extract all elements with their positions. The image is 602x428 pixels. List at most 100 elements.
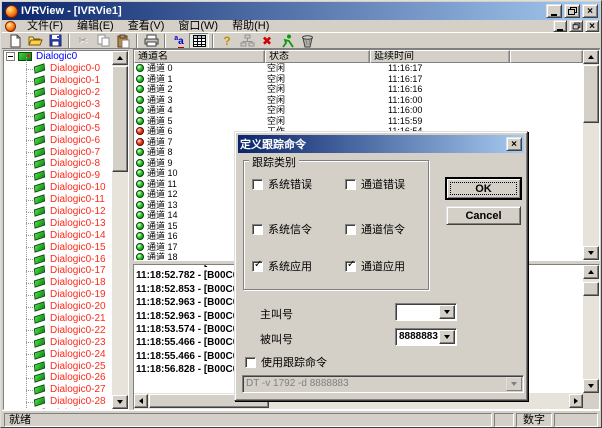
tree-item-dialogic0-26[interactable]: Dialogic0-26 xyxy=(4,372,112,384)
checkbox-6[interactable]: 通道应用 xyxy=(345,258,405,274)
font-size-button[interactable]: aa xyxy=(169,33,189,49)
tree-item-dialogic0-16[interactable]: Dialogic0-16 xyxy=(4,253,112,265)
stop-button[interactable]: ✖ xyxy=(257,33,277,49)
tree-item-dialogic0-9[interactable]: Dialogic0-9 xyxy=(4,170,112,182)
log-vscrollbar[interactable] xyxy=(583,265,599,393)
tree-item-dialogic0-19[interactable]: Dialogic0-19 xyxy=(4,289,112,301)
channel-row[interactable]: 通道 5空闲11:15:59 xyxy=(134,116,583,127)
checkbox-unchecked-icon[interactable] xyxy=(345,224,356,235)
menu-help[interactable]: 帮助(H) xyxy=(225,20,276,32)
copy-button[interactable] xyxy=(93,33,113,49)
tree-item-dialogic0-25[interactable]: Dialogic0-25 xyxy=(4,360,112,372)
menu-file[interactable]: 文件(F) xyxy=(20,20,70,32)
dialog-title-bar[interactable]: 定义跟踪命令 × xyxy=(238,135,524,153)
tree-item-dialogic0-17[interactable]: Dialogic0-17 xyxy=(4,265,112,277)
list-vscrollbar[interactable] xyxy=(583,50,599,260)
tree-item-dialogic0-12[interactable]: Dialogic0-12 xyxy=(4,206,112,218)
callee-number-value[interactable]: 8888883 xyxy=(396,329,438,345)
channel-row[interactable]: 通道 0空闲11:16:17 xyxy=(134,63,583,74)
caller-number-value[interactable] xyxy=(396,304,438,320)
callee-number-combo[interactable]: 8888883 xyxy=(395,328,457,346)
tree-item-dialogic0-21[interactable]: Dialogic0-21 xyxy=(4,313,112,325)
tree-item-dialogic0-0[interactable]: Dialogic0-0 xyxy=(4,63,112,75)
open-button[interactable] xyxy=(25,33,45,49)
tree-item-dialogic0-29[interactable]: Dialogic0-29 xyxy=(4,408,112,409)
tree-item-dialogic0-7[interactable]: Dialogic0-7 xyxy=(4,146,112,158)
save-button[interactable] xyxy=(45,33,65,49)
tree-item-dialogic0-24[interactable]: Dialogic0-24 xyxy=(4,348,112,360)
scroll-thumb[interactable] xyxy=(583,65,599,123)
tree-item-dialogic0-27[interactable]: Dialogic0-27 xyxy=(4,384,112,396)
column-header-name[interactable]: 通道名 xyxy=(134,50,265,63)
dropdown-button[interactable] xyxy=(439,330,455,344)
tree-item-dialogic0-10[interactable]: Dialogic0-10 xyxy=(4,182,112,194)
help-button[interactable]: ? xyxy=(217,33,237,49)
checkbox-unchecked-icon[interactable] xyxy=(345,179,356,190)
scroll-down-button[interactable] xyxy=(583,246,599,260)
channel-row[interactable]: 通道 2空闲11:16:16 xyxy=(134,84,583,95)
restore-button[interactable] xyxy=(564,4,580,18)
menu-edit[interactable]: 编辑(E) xyxy=(70,20,121,32)
collapse-icon[interactable] xyxy=(6,52,15,61)
menu-window[interactable]: 窗口(W) xyxy=(171,20,225,32)
tree-item-dialogic0-8[interactable]: Dialogic0-8 xyxy=(4,158,112,170)
checkbox-3[interactable]: 系统信令 xyxy=(252,221,312,237)
scroll-down-button[interactable] xyxy=(112,395,128,409)
clear-button[interactable] xyxy=(297,33,317,49)
tree-item-dialogic0-14[interactable]: Dialogic0-14 xyxy=(4,229,112,241)
checkbox-checked-icon[interactable] xyxy=(345,261,356,272)
ok-button[interactable]: OK xyxy=(446,178,521,199)
checkbox-4[interactable]: 通道信令 xyxy=(345,221,405,237)
tree-item-dialogic0-4[interactable]: Dialogic0-4 xyxy=(4,110,112,122)
scroll-thumb[interactable] xyxy=(112,66,128,172)
checkbox-box[interactable] xyxy=(245,357,256,368)
tree-item-dialogic0-11[interactable]: Dialogic0-11 xyxy=(4,194,112,206)
scroll-left-button[interactable] xyxy=(134,394,148,408)
scroll-thumb[interactable] xyxy=(583,282,599,296)
checkbox-checked-icon[interactable] xyxy=(252,261,263,272)
mdi-close-button[interactable]: × xyxy=(585,20,599,32)
caller-number-combo[interactable] xyxy=(395,303,457,321)
scroll-right-button[interactable] xyxy=(569,394,583,408)
channel-row[interactable]: 通道 1空闲11:16:17 xyxy=(134,74,583,85)
menu-view[interactable]: 查看(V) xyxy=(121,20,172,32)
mdi-restore-button[interactable] xyxy=(569,20,583,32)
mdi-minimize-button[interactable] xyxy=(553,20,567,32)
checkbox-1[interactable]: 系统错误 xyxy=(252,176,312,192)
scroll-up-button[interactable] xyxy=(583,265,599,279)
channel-grid-button[interactable] xyxy=(189,33,209,49)
tree-item-dialogic0-3[interactable]: Dialogic0-3 xyxy=(4,99,112,111)
tree-item-dialogic0-20[interactable]: Dialogic0-20 xyxy=(4,301,112,313)
tree-item-dialogic0-15[interactable]: Dialogic0-15 xyxy=(4,241,112,253)
scroll-down-button[interactable] xyxy=(583,379,599,393)
tree-item-dialogic0-18[interactable]: Dialogic0-18 xyxy=(4,277,112,289)
dialog-close-button[interactable]: × xyxy=(506,137,522,151)
tree-vscrollbar[interactable] xyxy=(112,51,128,409)
mdi-child-icon[interactable] xyxy=(5,21,16,32)
cut-button[interactable]: ✂ xyxy=(73,33,93,49)
scroll-up-button[interactable] xyxy=(112,51,128,65)
tree-item-dialogic0-2[interactable]: Dialogic0-2 xyxy=(4,87,112,99)
checkbox-2[interactable]: 通道错误 xyxy=(345,176,405,192)
tree-item-dialogic0-1[interactable]: Dialogic0-1 xyxy=(4,75,112,87)
column-header-time[interactable]: 延续时间 xyxy=(370,50,510,63)
channel-row[interactable]: 通道 4空闲11:16:00 xyxy=(134,105,583,116)
new-button[interactable] xyxy=(5,33,25,49)
tree-item-dialogic0-22[interactable]: Dialogic0-22 xyxy=(4,324,112,336)
tree-item-dialogic0-5[interactable]: Dialogic0-5 xyxy=(4,122,112,134)
scroll-up-button[interactable] xyxy=(583,50,599,64)
cancel-button[interactable]: Cancel xyxy=(446,206,521,225)
network-button[interactable] xyxy=(237,33,257,49)
run-button[interactable] xyxy=(277,33,297,49)
tree-item-dialogic0-6[interactable]: Dialogic0-6 xyxy=(4,134,112,146)
print-button[interactable] xyxy=(141,33,161,49)
checkbox-5[interactable]: 系统应用 xyxy=(252,258,312,274)
use-trace-command-checkbox[interactable]: 使用跟踪命令 xyxy=(245,354,327,370)
tree-item-dialogic0-13[interactable]: Dialogic0-13 xyxy=(4,217,112,229)
tree-item-dialogic0-28[interactable]: Dialogic0-28 xyxy=(4,396,112,408)
minimize-button[interactable] xyxy=(546,4,562,18)
checkbox-unchecked-icon[interactable] xyxy=(252,224,263,235)
checkbox-unchecked-icon[interactable] xyxy=(252,179,263,190)
tree-root-dialogic0[interactable]: Dialogic0 xyxy=(4,51,112,63)
tree-item-dialogic0-23[interactable]: Dialogic0-23 xyxy=(4,336,112,348)
